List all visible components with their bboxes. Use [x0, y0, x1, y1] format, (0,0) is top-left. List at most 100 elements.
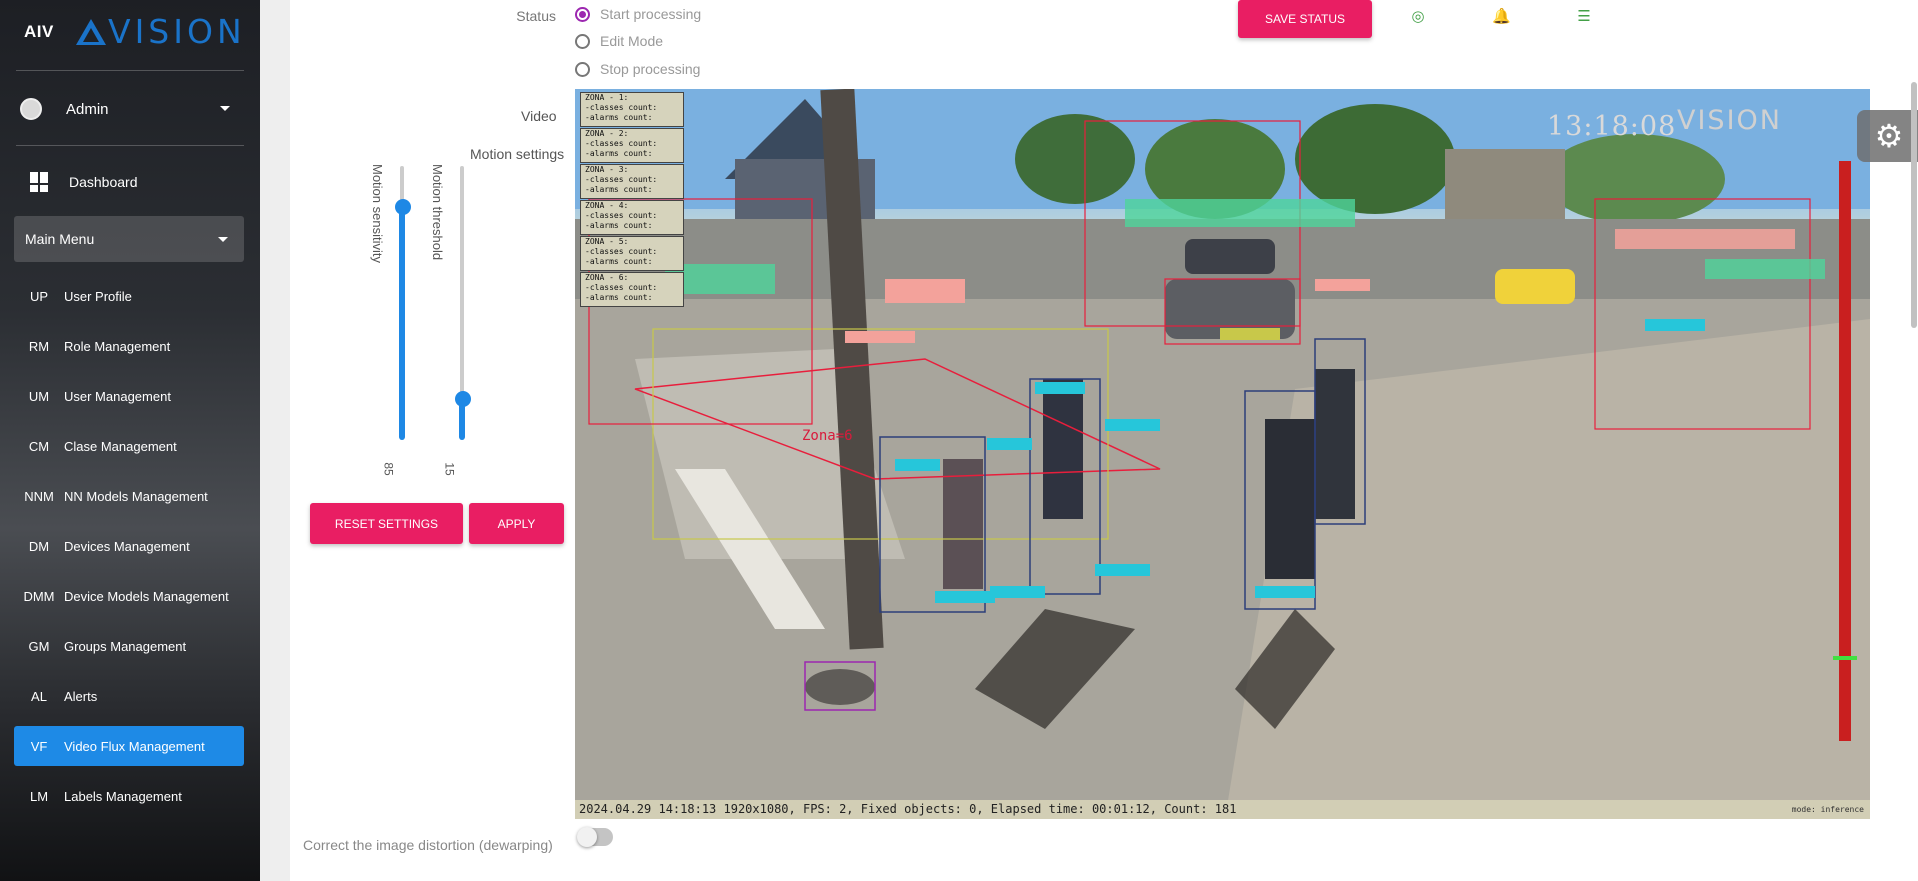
sidebar-item-role-management[interactable]: RM Role Management [14, 326, 244, 366]
nav-dashboard[interactable]: Dashboard [14, 167, 246, 197]
video-mode: mode: inference [1791, 805, 1864, 814]
apply-button[interactable]: APPLY [469, 503, 564, 544]
tree [1295, 104, 1455, 214]
sidebar-item-labels-management[interactable]: LM Labels Management [14, 776, 244, 816]
zone-counter-line: -classes count: [585, 247, 658, 256]
tree [1545, 134, 1725, 224]
detection-tag [1315, 279, 1370, 291]
zone-counter: ZONA - 2: -classes count: -alarms count: [580, 128, 684, 163]
motion-threshold-value: 15 [442, 462, 457, 476]
logo-triangle-icon [76, 19, 106, 45]
tree [1015, 114, 1135, 204]
zone-counter-line: -alarms count: [585, 113, 653, 122]
brand-logo: VISION [76, 12, 246, 51]
video-watermark: VISION [1677, 105, 1782, 136]
car [1185, 239, 1275, 274]
zone-counter-line: ZONA - 3: [585, 165, 629, 174]
motion-level-bar [1839, 161, 1851, 741]
bell-icon[interactable]: 🔔 [1492, 8, 1511, 26]
brand-logo-text: VISION [108, 12, 246, 51]
list-icon[interactable]: ☰ [1575, 8, 1593, 26]
radio-edit-mode[interactable]: Edit Mode [575, 33, 663, 49]
video-scene [575, 89, 1870, 819]
sidebar-item-abbr: AL [31, 688, 47, 704]
sidebar-item-label: Alerts [64, 688, 98, 704]
detection-tag [895, 459, 940, 471]
zone-counter: ZONA - 3: -classes count: -alarms count: [580, 164, 684, 199]
sidebar-item-devices-management[interactable]: DM Devices Management [14, 526, 244, 566]
reset-settings-button[interactable]: RESET SETTINGS [310, 503, 463, 544]
sidebar-item-abbr: LM [29, 788, 49, 804]
dewarp-toggle[interactable] [577, 827, 613, 847]
sidebar-item-label: User Management [64, 388, 171, 404]
main-menu-toggle[interactable]: Main Menu [14, 216, 244, 262]
sidebar-item-abbr: RM [28, 338, 50, 354]
scrollbar[interactable] [1911, 82, 1917, 328]
sidebar-divider [16, 145, 244, 146]
person [1265, 419, 1315, 579]
motion-threshold-label: Motion threshold [430, 164, 445, 261]
toggle-knob [577, 827, 597, 847]
radio-dot [575, 33, 590, 49]
sidebar-item-label: User Profile [64, 288, 132, 304]
sidebar-divider [16, 70, 244, 71]
sidebar-item-video-flux-management[interactable]: VF Video Flux Management [14, 726, 244, 766]
zone-counter: ZONA - 4: -classes count: -alarms count: [580, 200, 684, 235]
person [943, 459, 983, 589]
slider-thumb[interactable] [455, 390, 471, 407]
gear-icon[interactable]: ⚙ [1857, 110, 1918, 162]
detection-tag [987, 438, 1032, 450]
sidebar-item-abbr: NNM [24, 488, 54, 504]
motion-sensitivity-slider[interactable] [392, 166, 412, 440]
car [1495, 269, 1575, 304]
sidebar-item-label: Labels Management [64, 788, 182, 804]
radio-stop-processing[interactable]: Stop processing [575, 61, 700, 77]
sidebar-item-alerts[interactable]: AL Alerts [14, 676, 244, 716]
globe-icon[interactable]: ◎ [1409, 8, 1427, 26]
detection-tag [1035, 382, 1085, 394]
avatar [20, 98, 42, 120]
nav-dashboard-label: Dashboard [69, 174, 138, 190]
zone-counter-line: -alarms count: [585, 293, 653, 302]
zone-counter-line: -classes count: [585, 283, 658, 292]
motion-settings-label: Motion settings [470, 146, 565, 162]
user-menu[interactable]: Admin [20, 94, 244, 124]
sidebar-item-abbr: DM [28, 538, 50, 554]
sidebar-item-label: Video Flux Management [64, 738, 205, 754]
sidebar-item-abbr: DMM [23, 588, 55, 604]
detection-tag [1645, 319, 1705, 331]
radio-dot [575, 61, 590, 77]
radio-start-processing[interactable]: Start processing [575, 6, 701, 22]
detection-tag [935, 591, 995, 603]
sidebar-item-groups-management[interactable]: GM Groups Management [14, 626, 244, 666]
detection-tag [1220, 328, 1280, 340]
zone-counter-line: ZONA - 1: [585, 93, 629, 102]
main-menu-label: Main Menu [25, 231, 95, 247]
motion-threshold-slider[interactable] [452, 166, 472, 440]
detection-tag [885, 279, 965, 303]
save-status-button[interactable]: SAVE STATUS [1238, 0, 1372, 38]
sidebar-item-label: Clase Management [64, 438, 177, 454]
sidebar-item-user-profile[interactable]: UP User Profile [14, 276, 244, 316]
user-name: Admin [66, 100, 109, 118]
sidebar-item-abbr: UM [28, 388, 50, 404]
zone-counter-line: -alarms count: [585, 185, 653, 194]
sidebar-item-device-models-management[interactable]: DMM Device Models Management [14, 576, 244, 616]
zone-counter-line: -classes count: [585, 211, 658, 220]
person [1043, 379, 1083, 519]
slider-thumb[interactable] [395, 199, 411, 216]
sidebar-item-abbr: CM [28, 438, 50, 454]
status-label: Status [516, 8, 556, 24]
radio-label: Stop processing [600, 61, 701, 77]
video-frame[interactable]: Zona=6 ZONA - 1: -classes count: -alarms c… [575, 89, 1870, 819]
sidebar-item-user-management[interactable]: UM User Management [14, 376, 244, 416]
zone-counter-line: -alarms count: [585, 149, 653, 158]
sidebar-item-label: Role Management [64, 338, 171, 354]
sidebar-item-nn-models-management[interactable]: NNM NN Models Management [14, 476, 244, 516]
detection-tag [1705, 259, 1825, 279]
radio-dot [575, 6, 590, 22]
detection-tag [990, 586, 1045, 598]
video-label: Video [521, 108, 557, 124]
zone-counter-line: -classes count: [585, 103, 658, 112]
sidebar-item-clase-management[interactable]: CM Clase Management [14, 426, 244, 466]
